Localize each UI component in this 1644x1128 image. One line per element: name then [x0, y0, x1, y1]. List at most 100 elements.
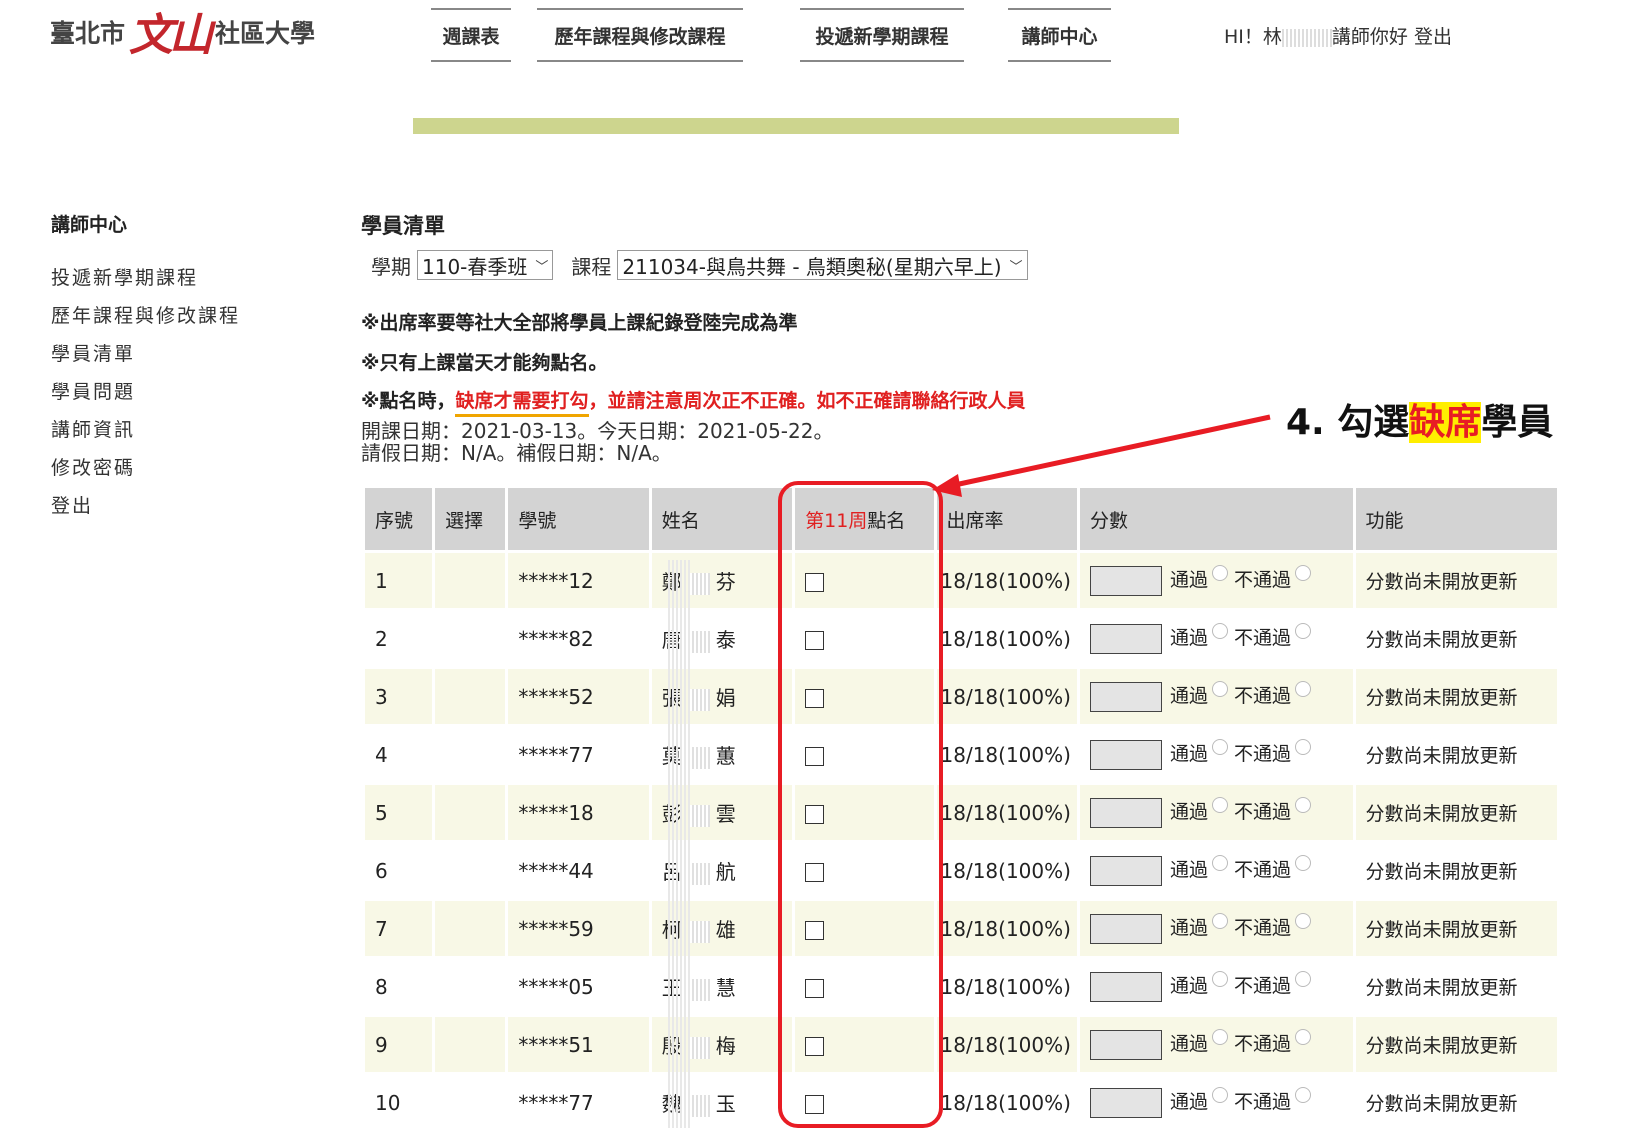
pass-radio[interactable]	[1211, 797, 1228, 814]
cell-student-id: *****44	[508, 843, 649, 898]
fail-radio[interactable]	[1294, 681, 1311, 698]
fail-radio[interactable]	[1294, 971, 1311, 988]
header-rollcall-suffix: 點名	[867, 509, 906, 532]
nav-instructor-center[interactable]: 講師中心	[1008, 8, 1111, 62]
cell-select	[435, 611, 506, 666]
sidebar-item-change-password[interactable]: 修改密碼	[51, 449, 240, 487]
score-input[interactable]	[1089, 681, 1162, 712]
absence-checkbox[interactable]	[805, 688, 825, 708]
name-last: 芬	[715, 570, 736, 594]
sidebar: 講師中心 投遞新學期課程 歷年課程與修改課程 學員清單 學員問題 講師資訊 修改…	[51, 210, 240, 525]
cell-attendance: 18/18(100%)	[936, 901, 1077, 956]
pass-radio[interactable]	[1211, 565, 1228, 582]
cell-score: 通過 不通過	[1079, 553, 1353, 608]
table-row: 3 *****52 張娟 18/18(100%) 通過 不通過 分數尚未開放更新	[365, 669, 1557, 724]
score-input[interactable]	[1089, 739, 1162, 770]
cell-select	[435, 553, 506, 608]
score-input[interactable]	[1089, 565, 1162, 596]
note3-underlined: 缺席才需要打勾	[455, 390, 589, 417]
absence-checkbox[interactable]	[805, 804, 825, 824]
name-last: 航	[715, 860, 736, 884]
header-rollcall-week: 第11周	[805, 509, 868, 532]
semester-select[interactable]: 110-春季班 ﹀	[417, 250, 554, 280]
logout-link[interactable]: 登出	[1414, 26, 1452, 48]
redaction-mask	[687, 572, 710, 595]
cell-score: 通過 不通過	[1079, 843, 1353, 898]
annotation-prefix: 4. 勾選	[1286, 402, 1410, 443]
score-input[interactable]	[1089, 1087, 1162, 1118]
annotation-suffix: 學員	[1481, 402, 1554, 443]
cell-seq: 10	[365, 1075, 433, 1128]
header-name: 姓名	[651, 488, 793, 550]
absence-checkbox[interactable]	[805, 978, 825, 998]
fail-label: 不通過	[1233, 859, 1291, 882]
fail-label: 不通過	[1233, 975, 1291, 998]
cell-student-id: *****77	[508, 1075, 649, 1128]
fail-radio[interactable]	[1294, 797, 1311, 814]
pass-radio[interactable]	[1211, 913, 1228, 930]
course-select[interactable]: 211034-與鳥共舞 - 鳥類奧秘(星期六早上) ﹀	[617, 250, 1028, 280]
fail-radio[interactable]	[1294, 565, 1311, 582]
cell-student-id: *****77	[508, 727, 649, 782]
fail-radio[interactable]	[1294, 739, 1311, 756]
pass-radio[interactable]	[1211, 739, 1228, 756]
name-first: 魏	[661, 1092, 682, 1116]
absence-checkbox[interactable]	[805, 746, 825, 766]
name-first: 張	[661, 686, 682, 710]
cell-score: 通過 不通過	[1079, 611, 1353, 666]
fail-radio[interactable]	[1294, 1029, 1311, 1046]
score-input[interactable]	[1089, 971, 1162, 1002]
fail-radio[interactable]	[1294, 623, 1311, 640]
score-input[interactable]	[1089, 797, 1162, 828]
nav-past-courses[interactable]: 歷年課程與修改課程	[537, 8, 743, 62]
cell-seq: 7	[365, 901, 433, 956]
pass-radio[interactable]	[1211, 623, 1228, 640]
sidebar-item-logout[interactable]: 登出	[51, 487, 240, 525]
table-header-row: 序號 選擇 學號 姓名 第11周點名 出席率 分數 功能	[365, 488, 1557, 550]
name-last: 玉	[715, 1092, 736, 1116]
greeting-prefix: HI！林	[1224, 26, 1282, 48]
course-value: 211034-與鳥共舞 - 鳥類奧秘(星期六早上)	[622, 254, 1002, 279]
pass-label: 通過	[1169, 917, 1208, 940]
pass-radio[interactable]	[1211, 1029, 1228, 1046]
score-input[interactable]	[1089, 855, 1162, 886]
cell-seq: 6	[365, 843, 433, 898]
fail-radio[interactable]	[1294, 855, 1311, 872]
fail-radio[interactable]	[1294, 913, 1311, 930]
pass-label: 通過	[1169, 859, 1208, 882]
absence-checkbox[interactable]	[805, 862, 825, 882]
sidebar-item-past-courses[interactable]: 歷年課程與修改課程	[51, 297, 240, 335]
cell-score: 通過 不通過	[1079, 1075, 1353, 1128]
redaction-mask	[687, 746, 710, 769]
score-input[interactable]	[1089, 913, 1162, 944]
course-label: 課程	[571, 254, 612, 279]
redaction-mask	[687, 862, 710, 885]
pass-radio[interactable]	[1211, 1087, 1228, 1104]
nav-weekly-schedule[interactable]: 週課表	[431, 8, 511, 62]
fail-radio[interactable]	[1294, 1087, 1311, 1104]
pass-radio[interactable]	[1211, 681, 1228, 698]
cell-score: 通過 不通過	[1079, 901, 1353, 956]
cell-attendance: 18/18(100%)	[936, 611, 1077, 666]
pass-radio[interactable]	[1211, 855, 1228, 872]
sidebar-item-student-questions[interactable]: 學員問題	[51, 373, 240, 411]
score-input[interactable]	[1089, 623, 1162, 654]
note-rollcall-day: ※只有上課當天才能夠點名。	[361, 352, 608, 374]
cell-name: 鄭芬	[651, 553, 793, 608]
absence-checkbox[interactable]	[805, 1036, 825, 1056]
score-input[interactable]	[1089, 1029, 1162, 1060]
name-first: 王	[661, 976, 682, 1000]
semester-value: 110-春季班	[422, 254, 528, 279]
pass-radio[interactable]	[1211, 971, 1228, 988]
sidebar-item-submit-course[interactable]: 投遞新學期課程	[51, 259, 240, 297]
sidebar-item-instructor-info[interactable]: 講師資訊	[51, 411, 240, 449]
pass-label: 通過	[1169, 743, 1208, 766]
absence-checkbox[interactable]	[805, 1094, 825, 1114]
header-select: 選擇	[435, 488, 506, 550]
sidebar-item-student-list[interactable]: 學員清單	[51, 335, 240, 373]
pass-label: 通過	[1169, 1091, 1208, 1114]
absence-checkbox[interactable]	[805, 920, 825, 940]
nav-submit-course[interactable]: 投遞新學期課程	[800, 8, 964, 62]
absence-checkbox[interactable]	[805, 630, 825, 650]
absence-checkbox[interactable]	[805, 572, 825, 592]
